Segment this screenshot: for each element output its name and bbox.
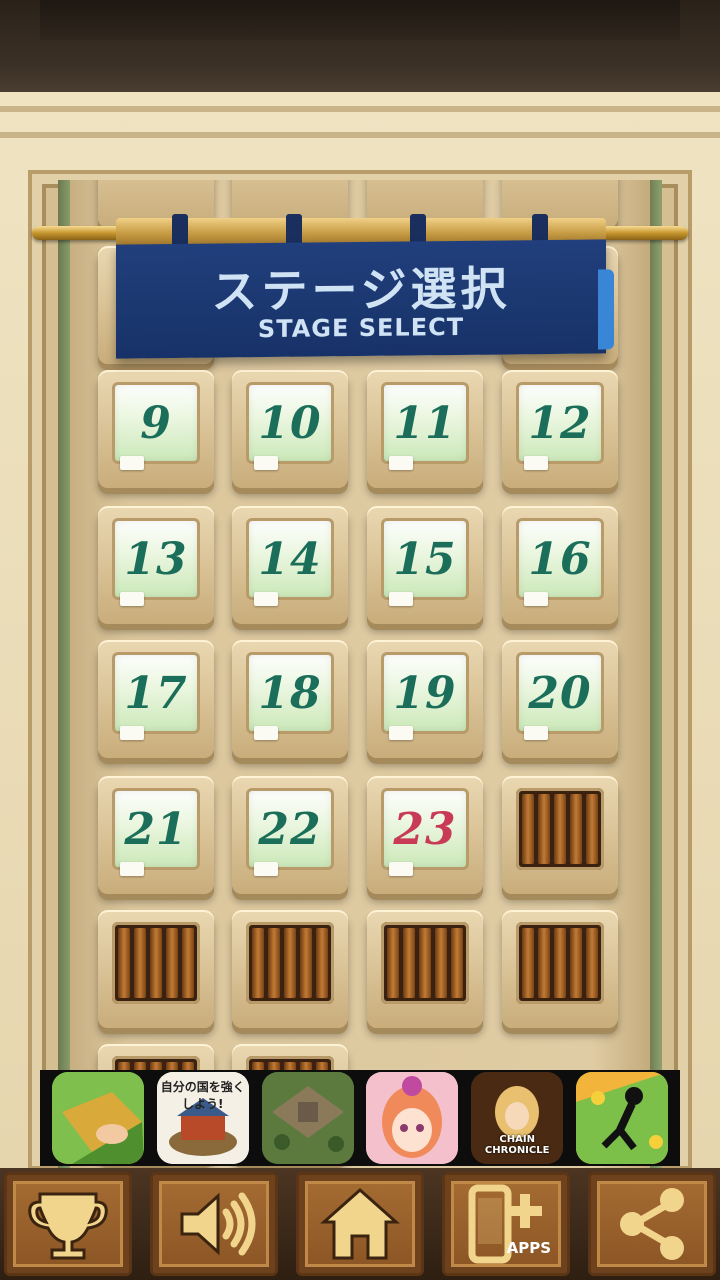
- sound-toggle-button[interactable]: [150, 1172, 278, 1276]
- locked-gate: [381, 922, 469, 1004]
- stage-tile-12[interactable]: 12: [502, 370, 618, 488]
- ad-app-chain-chronicle[interactable]: CHAIN CHRONICLE: [471, 1072, 564, 1164]
- ad-banner-strip: 自分の国を強くしよう! CHAIN CHRONICLE: [40, 1070, 680, 1166]
- ad-app-anime-girl[interactable]: [366, 1072, 459, 1164]
- stage-tab: [254, 592, 278, 606]
- trophy-icon: [28, 1192, 108, 1260]
- speaker-icon: [180, 1192, 256, 1256]
- stage-number: 19: [393, 667, 457, 719]
- stage-screen: 13: [112, 518, 200, 600]
- stage-screen: 16: [516, 518, 604, 600]
- ceiling-beam: [0, 0, 720, 92]
- stage-tab: [120, 456, 144, 470]
- locked-gate: [112, 922, 200, 1004]
- stage-tab: [254, 456, 278, 470]
- stage-tile-20[interactable]: 20: [502, 640, 618, 758]
- ad-app-runner[interactable]: [575, 1072, 668, 1164]
- stage-tile-16[interactable]: 16: [502, 506, 618, 624]
- apps-label: APPS: [506, 1239, 551, 1257]
- stage-tile-15[interactable]: 15: [367, 506, 483, 624]
- locked-gate: [516, 788, 604, 870]
- locked-stage-tile: [502, 776, 618, 894]
- locked-stage-tile: [367, 910, 483, 1028]
- stage-select-banner: ステージ選択 STAGE SELECT: [116, 239, 606, 359]
- locked-gate: [516, 922, 604, 1004]
- stage-tab: [254, 726, 278, 740]
- stage-tab: [254, 862, 278, 876]
- village-game-icon: [261, 1072, 354, 1164]
- stage-number: 21: [124, 803, 188, 855]
- locked-gate: [246, 922, 334, 1004]
- wall-stripe: [0, 132, 720, 138]
- stage-tab: [389, 456, 413, 470]
- ad-app-village[interactable]: [261, 1072, 354, 1164]
- stage-tile-13[interactable]: 13: [98, 506, 214, 624]
- ad-kingdom-text: 自分の国を強くしよう!: [160, 1080, 245, 1111]
- stage-tile-19[interactable]: 19: [367, 640, 483, 758]
- stage-number: 12: [528, 397, 592, 449]
- stage-number: 17: [124, 667, 188, 719]
- anime-girl-icon: [366, 1072, 459, 1164]
- stage-screen: 14: [246, 518, 334, 600]
- stage-number: 14: [258, 533, 322, 585]
- stage-screen: 15: [381, 518, 469, 600]
- ad-app-kingdom[interactable]: 自分の国を強くしよう!: [156, 1072, 249, 1164]
- stage-screen: 10: [246, 382, 334, 464]
- stage-number: 18: [258, 667, 322, 719]
- locked-stage-tile: [502, 910, 618, 1028]
- stage-screen: 21: [112, 788, 200, 870]
- right-rail: [648, 180, 662, 1170]
- stage-screen: 23: [381, 788, 469, 870]
- stage-screen: 11: [381, 382, 469, 464]
- stage-tile-14[interactable]: 14: [232, 506, 348, 624]
- stage-tile-18[interactable]: 18: [232, 640, 348, 758]
- stage-tile-23-current[interactable]: 23: [367, 776, 483, 894]
- stage-number: 16: [528, 533, 592, 585]
- current-stage-number: 23: [393, 803, 457, 855]
- stage-number: 15: [393, 533, 457, 585]
- stage-tab: [524, 726, 548, 740]
- stage-tile-21[interactable]: 21: [98, 776, 214, 894]
- stage-screen: 12: [516, 382, 604, 464]
- home-button[interactable]: [296, 1172, 424, 1276]
- ad-app-farm[interactable]: [52, 1072, 144, 1164]
- stage-number: 22: [258, 803, 322, 855]
- stage-tile-10[interactable]: 10: [232, 370, 348, 488]
- home-icon: [320, 1187, 400, 1260]
- farm-game-icon: [52, 1072, 144, 1164]
- stage-tab: [389, 862, 413, 876]
- share-button[interactable]: [588, 1172, 716, 1276]
- stage-screen: 17: [112, 652, 200, 734]
- stage-number: 10: [258, 397, 322, 449]
- stage-tab: [120, 862, 144, 876]
- stage-number: 13: [124, 533, 188, 585]
- ad-chain-chronicle-text: CHAIN CHRONICLE: [484, 1134, 550, 1156]
- stage-tile-11[interactable]: 11: [367, 370, 483, 488]
- share-icon: [620, 1188, 684, 1260]
- locked-stage-tile: [98, 910, 214, 1028]
- stage-tab: [524, 592, 548, 606]
- stickman-runner-icon: [575, 1072, 668, 1164]
- stage-tile-9[interactable]: 9: [98, 370, 214, 488]
- stage-number: 9: [140, 397, 172, 449]
- stage-screen: 20: [516, 652, 604, 734]
- stage-number: 20: [528, 667, 592, 719]
- stage-number: 11: [393, 397, 457, 449]
- stage-tile-17[interactable]: 17: [98, 640, 214, 758]
- stage-tile-22[interactable]: 22: [232, 776, 348, 894]
- stage-screen: 9: [112, 382, 200, 464]
- more-apps-button[interactable]: APPS: [442, 1172, 570, 1276]
- stage-screen: 19: [381, 652, 469, 734]
- banner-subtitle: STAGE SELECT: [257, 312, 465, 344]
- locked-stage-tile: [232, 910, 348, 1028]
- wall-stripe: [0, 106, 720, 112]
- stage-tab: [389, 726, 413, 740]
- stage-screen: 18: [246, 652, 334, 734]
- ranking-button[interactable]: [4, 1172, 132, 1276]
- stage-tab: [120, 592, 144, 606]
- stage-tab: [389, 592, 413, 606]
- stage-tab: [524, 456, 548, 470]
- stage-screen: 22: [246, 788, 334, 870]
- stage-tab: [120, 726, 144, 740]
